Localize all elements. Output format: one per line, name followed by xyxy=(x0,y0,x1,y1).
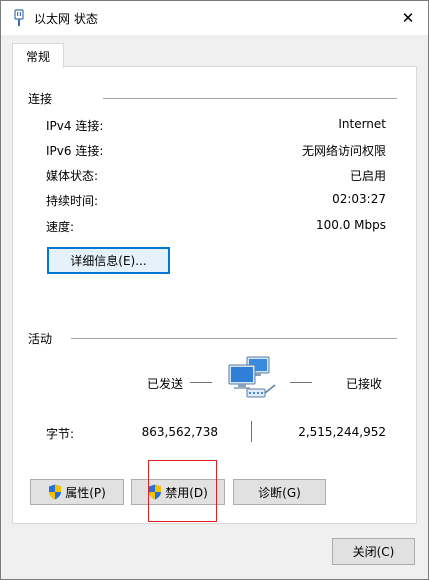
title-bar: 以太网 状态 ✕ xyxy=(1,1,428,35)
window-close-button[interactable]: ✕ xyxy=(388,1,428,35)
diagnose-button-label: 诊断(G) xyxy=(258,485,301,500)
window-title: 以太网 状态 xyxy=(34,12,98,26)
ipv4-value: Internet xyxy=(338,117,386,131)
bytes-sent-value: 863,562,738 xyxy=(141,425,218,439)
ipv4-label: IPv4 连接: xyxy=(46,119,104,133)
ipv6-value: 无网络访问权限 xyxy=(301,144,386,158)
bytes-divider xyxy=(251,421,252,442)
uac-shield-icon xyxy=(49,484,62,500)
duration-value: 02:03:27 xyxy=(332,192,386,206)
duration-label: 持续时间: xyxy=(46,194,99,208)
ipv6-label: IPv6 连接: xyxy=(46,144,104,158)
close-icon: ✕ xyxy=(401,9,415,27)
details-button[interactable]: 详细信息(E)... xyxy=(47,247,170,274)
tab-general[interactable]: 常规 xyxy=(12,43,64,68)
sent-label: 已发送 xyxy=(147,377,184,391)
received-label: 已接收 xyxy=(346,377,383,391)
connection-group-title: 连接 xyxy=(28,92,53,106)
activity-group-title: 活动 xyxy=(28,332,53,346)
speed-label: 速度: xyxy=(46,220,75,234)
bytes-received-value: 2,515,244,952 xyxy=(298,425,386,439)
media-state-label: 媒体状态: xyxy=(46,169,99,183)
connection-group-line xyxy=(103,98,397,99)
speed-value: 100.0 Mbps xyxy=(315,218,386,232)
diagnose-button[interactable]: 诊断(G) xyxy=(233,479,326,505)
general-panel: 连接 IPv4 连接: Internet IPv6 连接: 无网络访问权限 媒体… xyxy=(12,66,417,524)
network-computers-icon xyxy=(228,356,276,398)
properties-button-label: 属性(P) xyxy=(65,485,106,500)
ethernet-icon xyxy=(14,9,24,26)
disable-button-label: 禁用(D) xyxy=(165,485,208,500)
close-button-label: 关闭(C) xyxy=(352,545,395,559)
sent-dash xyxy=(190,382,212,383)
received-dash xyxy=(290,382,312,383)
uac-shield-icon xyxy=(149,484,162,500)
activity-group-line xyxy=(71,338,397,339)
close-button[interactable]: 关闭(C) xyxy=(332,538,415,565)
tab-general-label: 常规 xyxy=(25,49,50,64)
ethernet-status-window: 以太网 状态 ✕ 常规 连接 IPv4 连接: Internet IPv6 连接… xyxy=(0,0,429,580)
disable-button[interactable]: 禁用(D) xyxy=(131,479,225,505)
media-state-value: 已启用 xyxy=(349,169,386,183)
details-button-label: 详细信息(E)... xyxy=(70,254,147,268)
bytes-label: 字节: xyxy=(46,427,75,441)
properties-button[interactable]: 属性(P) xyxy=(30,479,124,505)
